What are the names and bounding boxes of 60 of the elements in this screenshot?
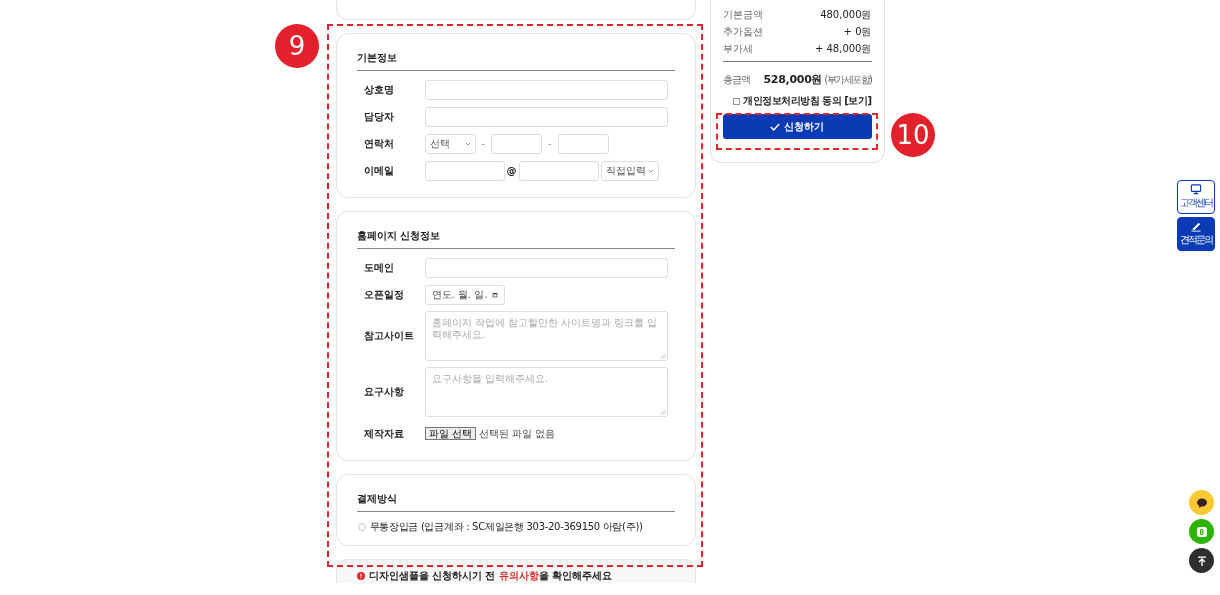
- section-title: 홈페이지 신청정보: [356, 226, 675, 249]
- side-button[interactable]: 견적문의: [1177, 217, 1215, 251]
- dash: -: [548, 138, 552, 149]
- scroll-top-button[interactable]: [1189, 548, 1214, 573]
- field-label: 제작자료: [362, 426, 405, 441]
- input-field[interactable]: [424, 257, 668, 278]
- checkbox[interactable]: [733, 97, 741, 105]
- input-field[interactable]: [424, 79, 668, 100]
- agree-label: 개인정보처리방침 동의 [보기]: [743, 94, 872, 108]
- radio-label: 무통장입금 (입금계좌 : SC제일은행 303-20-369150 아람(주)): [369, 520, 643, 533]
- notice-text: 디자인샘플을 신청하시기 전 유의사항을 확인해주세요: [368, 568, 613, 583]
- field-label: 참고사이트: [362, 329, 415, 343]
- price-label: 기본금액: [722, 7, 763, 22]
- total-price: 528,000원: [763, 72, 823, 87]
- price-label: 추가옵션: [722, 24, 763, 39]
- chat-button[interactable]: [1189, 490, 1214, 515]
- blog-icon: [1195, 525, 1208, 538]
- input-field[interactable]: [424, 106, 668, 127]
- field-label: 이메일: [362, 163, 395, 178]
- chat-bubble-icon: [1195, 496, 1208, 509]
- file-status: 선택된 파일 없음: [478, 426, 556, 441]
- arrow-up-icon: [1195, 554, 1208, 567]
- section-title: 결제방식: [356, 489, 675, 512]
- caret-icon: [647, 167, 654, 174]
- resize-handle-icon: [659, 409, 666, 415]
- dash: -: [481, 138, 486, 149]
- section-title: 기본정보: [356, 48, 675, 71]
- input-field[interactable]: [557, 133, 609, 154]
- caret-icon: [464, 140, 471, 147]
- resize-handle-icon: [659, 353, 666, 359]
- price-note: (부가세포함): [824, 73, 872, 87]
- radio-button[interactable]: [357, 522, 366, 531]
- field-label: 연락처: [362, 136, 395, 151]
- price-value: 480,000원: [820, 7, 872, 22]
- date-field[interactable]: 연도. 월. 일.: [424, 284, 505, 305]
- field-label: 요구사항: [362, 385, 405, 399]
- warning-icon: [356, 571, 365, 580]
- field-label: 오픈일정: [362, 287, 405, 302]
- calendar-icon: [491, 291, 498, 298]
- price-label: 부가세: [722, 41, 753, 56]
- input-field[interactable]: [491, 133, 543, 154]
- input-field[interactable]: [518, 160, 599, 181]
- side-button[interactable]: 고객센터: [1177, 180, 1215, 214]
- price-value: + 0원: [843, 24, 872, 39]
- select-field[interactable]: 직접입력: [600, 160, 659, 181]
- pencil-icon: [1190, 221, 1202, 232]
- monitor-icon: [1190, 184, 1202, 195]
- submit-button[interactable]: 신청하기: [722, 114, 872, 139]
- select-field[interactable]: 선택: [424, 133, 476, 154]
- field-label: 도메인: [362, 260, 395, 275]
- price-value: + 48,000원: [814, 41, 872, 56]
- price-label: 총금액: [722, 73, 750, 87]
- at-sign: @: [506, 165, 517, 176]
- file-button[interactable]: 파일 선택: [424, 427, 476, 440]
- input-field[interactable]: [424, 160, 505, 181]
- field-label: 상호명: [362, 82, 395, 97]
- step-badge: 9: [275, 24, 319, 68]
- field-label: 담당자: [362, 109, 395, 124]
- check-icon: [770, 121, 780, 132]
- step-badge: 10: [891, 113, 935, 157]
